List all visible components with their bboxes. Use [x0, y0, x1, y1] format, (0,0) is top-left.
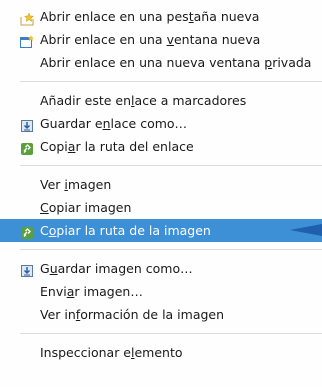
menu-separator — [20, 333, 322, 334]
menu-item-inspect-element[interactable]: Inspeccionar elemento — [0, 341, 322, 364]
copy-link-icon — [20, 140, 34, 155]
menu-item-bookmark-link[interactable]: Añadir este enlace a marcadores — [0, 89, 322, 112]
menu-item-open-link-new-tab[interactable]: Abrir enlace en una pestaña nueva — [0, 5, 322, 28]
menu-item-label: Abrir enlace en una pestaña nueva — [40, 9, 260, 24]
save-download-icon — [20, 117, 34, 132]
context-menu: Abrir enlace en una pestaña nueva Abrir … — [0, 0, 322, 387]
menu-item-label: Abrir enlace en una ventana nueva — [40, 32, 261, 47]
menu-item-label: Copiar la ruta de la imagen — [40, 223, 211, 238]
menu-item-view-image[interactable]: Ver imagen — [0, 173, 322, 196]
menu-item-label: Abrir enlace en una nueva ventana privad… — [40, 55, 312, 70]
menu-item-label: Guardar enlace como… — [40, 116, 188, 131]
menu-item-copy-image-location[interactable]: Copiar la ruta de la imagen — [0, 219, 322, 242]
menu-item-label: Enviar imagen… — [40, 284, 143, 299]
menu-item-label: Copiar imagen — [40, 200, 132, 215]
menu-separator — [20, 249, 322, 250]
star-tab-icon — [20, 10, 35, 26]
menu-item-save-image-as[interactable]: Guardar imagen como… — [0, 257, 322, 280]
menu-item-label: Añadir este enlace a marcadores — [40, 93, 247, 108]
menu-item-open-link-new-window[interactable]: Abrir enlace en una ventana nueva — [0, 28, 322, 51]
menu-item-label: Ver imagen — [40, 177, 112, 192]
menu-item-save-link-as[interactable]: Guardar enlace como… — [0, 112, 322, 135]
menu-item-view-image-info[interactable]: Ver información de la imagen — [0, 303, 322, 326]
menu-item-send-image[interactable]: Enviar imagen… — [0, 280, 322, 303]
menu-item-copy-link-location[interactable]: Copiar la ruta del enlace — [0, 135, 322, 158]
menu-separator — [20, 165, 322, 166]
menu-item-label: Copiar la ruta del enlace — [40, 139, 194, 154]
save-download-icon — [20, 262, 34, 277]
menu-item-open-link-private-window[interactable]: Abrir enlace en una nueva ventana privad… — [0, 51, 322, 74]
menu-separator — [20, 81, 322, 82]
menu-item-label: Ver información de la imagen — [40, 307, 225, 322]
copy-link-icon — [20, 224, 34, 239]
new-window-icon — [20, 33, 34, 48]
menu-item-label: Guardar imagen como… — [40, 261, 193, 276]
menu-item-copy-image[interactable]: Copiar imagen — [0, 196, 322, 219]
menu-item-label: Inspeccionar elemento — [40, 345, 183, 360]
arrow-pointer-icon — [290, 224, 322, 236]
